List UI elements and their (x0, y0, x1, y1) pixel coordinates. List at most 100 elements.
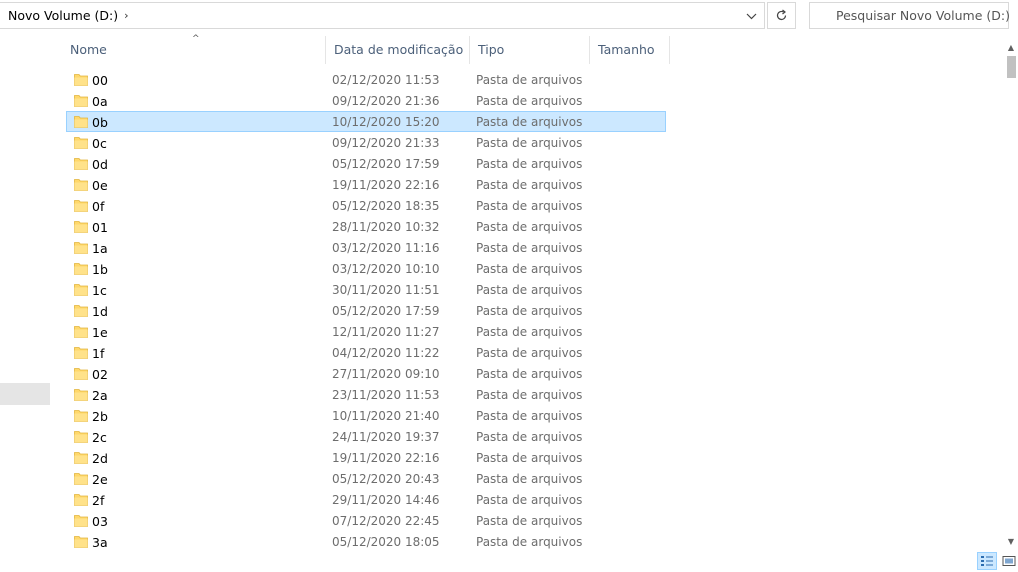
column-header-size[interactable]: Tamanho (590, 36, 670, 64)
table-row[interactable]: 1e 12/11/2020 11:27 Pasta de arquivos (66, 321, 666, 342)
column-header-name[interactable]: Nome (62, 36, 326, 64)
table-row[interactable]: 2b 10/11/2020 21:40 Pasta de arquivos (66, 405, 666, 426)
navigation-pane-selected-item[interactable] (0, 383, 50, 405)
file-name[interactable]: 1c (92, 280, 107, 301)
file-date-modified: 10/12/2020 15:20 (332, 115, 440, 129)
table-row[interactable]: 2c 24/11/2020 19:37 Pasta de arquivos (66, 426, 666, 447)
file-type: Pasta de arquivos (476, 262, 583, 276)
file-name[interactable]: 00 (92, 70, 108, 91)
file-name[interactable]: 1e (92, 322, 108, 343)
table-row[interactable]: 1b 03/12/2020 10:10 Pasta de arquivos (66, 258, 666, 279)
table-row[interactable]: 0e 19/11/2020 22:16 Pasta de arquivos (66, 174, 666, 195)
file-name[interactable]: 01 (92, 217, 108, 238)
address-bar[interactable]: Novo Volume (D:) › (0, 2, 765, 29)
breadcrumb-separator[interactable]: › (124, 9, 128, 22)
table-row[interactable]: 0b 10/12/2020 15:20 Pasta de arquivos (66, 111, 666, 132)
file-date-modified: 02/12/2020 11:53 (332, 73, 440, 87)
table-row[interactable]: 3a 05/12/2020 18:05 Pasta de arquivos (66, 531, 666, 552)
file-name[interactable]: 0a (92, 91, 108, 112)
folder-icon (74, 200, 88, 212)
file-name[interactable]: 02 (92, 364, 108, 385)
search-box[interactable]: Pesquisar Novo Volume (D:) (809, 2, 1010, 29)
navigation-pane[interactable] (0, 32, 50, 572)
folder-icon (74, 74, 88, 86)
file-name[interactable]: 0b (92, 112, 108, 133)
file-type: Pasta de arquivos (476, 367, 583, 381)
breadcrumb-novo-volume[interactable]: Novo Volume (D:) (8, 8, 118, 23)
table-row[interactable]: 1d 05/12/2020 17:59 Pasta de arquivos (66, 300, 666, 321)
file-type: Pasta de arquivos (476, 430, 583, 444)
file-name[interactable]: 0f (92, 196, 104, 217)
folder-icon (74, 242, 88, 254)
table-row[interactable]: 00 02/12/2020 11:53 Pasta de arquivos (66, 69, 666, 90)
column-header: ^ Nome Data de modificação Tipo Tamanho (62, 34, 670, 64)
table-row[interactable]: 2a 23/11/2020 11:53 Pasta de arquivos (66, 384, 666, 405)
file-name[interactable]: 03 (92, 511, 108, 532)
file-name[interactable]: 2a (92, 385, 108, 406)
details-view-button[interactable] (977, 552, 997, 570)
table-row[interactable]: 1f 04/12/2020 11:22 Pasta de arquivos (66, 342, 666, 363)
scroll-up-icon[interactable]: ▲ (1004, 40, 1018, 54)
column-header-type[interactable]: Tipo (470, 36, 590, 64)
table-row[interactable]: 01 28/11/2020 10:32 Pasta de arquivos (66, 216, 666, 237)
large-icons-view-button[interactable] (999, 552, 1018, 570)
folder-icon (74, 95, 88, 107)
file-name[interactable]: 1a (92, 238, 108, 259)
file-date-modified: 19/11/2020 22:16 (332, 451, 440, 465)
folder-icon (74, 221, 88, 233)
file-date-modified: 24/11/2020 19:37 (332, 430, 440, 444)
folder-icon (74, 473, 88, 485)
file-type: Pasta de arquivos (476, 178, 583, 192)
column-header-date[interactable]: Data de modificação (326, 36, 470, 64)
search-placeholder[interactable]: Pesquisar Novo Volume (D:) (836, 8, 1010, 23)
file-type: Pasta de arquivos (476, 409, 583, 423)
file-name[interactable]: 2f (92, 490, 104, 511)
file-name[interactable]: 0d (92, 154, 108, 175)
file-name[interactable]: 1b (92, 259, 108, 280)
file-date-modified: 03/12/2020 10:10 (332, 262, 440, 276)
table-row[interactable]: 2e 05/12/2020 20:43 Pasta de arquivos (66, 468, 666, 489)
scrollbar-thumb[interactable] (1007, 56, 1016, 78)
file-name[interactable]: 0c (92, 133, 107, 154)
file-name[interactable]: 2b (92, 406, 108, 427)
refresh-button[interactable] (767, 2, 796, 29)
file-name[interactable]: 2c (92, 427, 107, 448)
table-row[interactable]: 0c 09/12/2020 21:33 Pasta de arquivos (66, 132, 666, 153)
table-row[interactable]: 2d 19/11/2020 22:16 Pasta de arquivos (66, 447, 666, 468)
file-name[interactable]: 3a (92, 532, 108, 553)
folder-icon (74, 389, 88, 401)
table-row[interactable]: 03 07/12/2020 22:45 Pasta de arquivos (66, 510, 666, 531)
file-type: Pasta de arquivos (476, 325, 583, 339)
vertical-scrollbar[interactable]: ▲ ▼ (1004, 40, 1018, 548)
file-name[interactable]: 0e (92, 175, 108, 196)
folder-icon (74, 179, 88, 191)
folder-icon (74, 116, 88, 128)
file-type: Pasta de arquivos (476, 388, 583, 402)
file-type: Pasta de arquivos (476, 283, 583, 297)
table-row[interactable]: 1c 30/11/2020 11:51 Pasta de arquivos (66, 279, 666, 300)
table-row[interactable]: 2f 29/11/2020 14:46 Pasta de arquivos (66, 489, 666, 510)
folder-icon (74, 263, 88, 275)
folder-icon (74, 536, 88, 548)
table-row[interactable]: 02 27/11/2020 09:10 Pasta de arquivos (66, 363, 666, 384)
file-type: Pasta de arquivos (476, 115, 583, 129)
folder-icon (74, 158, 88, 170)
table-row[interactable]: 1a 03/12/2020 11:16 Pasta de arquivos (66, 237, 666, 258)
file-date-modified: 03/12/2020 11:16 (332, 241, 440, 255)
file-name[interactable]: 1f (92, 343, 104, 364)
table-row[interactable]: 0a 09/12/2020 21:36 Pasta de arquivos (66, 90, 666, 111)
file-type: Pasta de arquivos (476, 451, 583, 465)
table-row[interactable]: 0f 05/12/2020 18:35 Pasta de arquivos (66, 195, 666, 216)
file-name[interactable]: 2e (92, 469, 108, 490)
file-date-modified: 05/12/2020 20:43 (332, 472, 440, 486)
table-row[interactable]: 0d 05/12/2020 17:59 Pasta de arquivos (66, 153, 666, 174)
file-date-modified: 04/12/2020 11:22 (332, 346, 440, 360)
file-name[interactable]: 1d (92, 301, 108, 322)
file-name[interactable]: 2d (92, 448, 108, 469)
file-type: Pasta de arquivos (476, 304, 583, 318)
file-date-modified: 07/12/2020 22:45 (332, 514, 440, 528)
scroll-down-icon[interactable]: ▼ (1004, 534, 1018, 548)
chevron-down-icon[interactable] (744, 8, 758, 24)
file-date-modified: 09/12/2020 21:33 (332, 136, 440, 150)
file-list: 00 02/12/2020 11:53 Pasta de arquivos 0a 09/… (66, 69, 666, 552)
